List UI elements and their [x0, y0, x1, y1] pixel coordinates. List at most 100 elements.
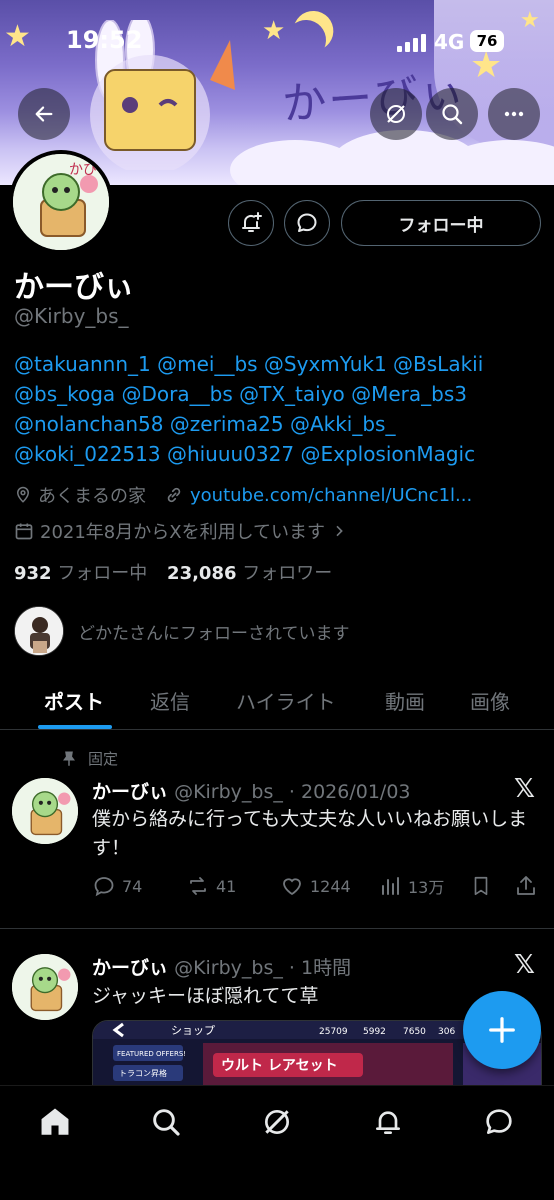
grok-button[interactable]: [370, 88, 422, 140]
post-text: 僕から絡みに行っても大丈夫な人いいねお願いします！: [92, 808, 528, 859]
following-count: 932: [14, 563, 52, 584]
signal-icon: [397, 34, 426, 52]
post-actions: 74 41 1244 13万: [92, 874, 542, 904]
follow-counts: 932 フォロー中 23,086 フォロワー: [14, 559, 332, 585]
pinned-text: 固定: [88, 750, 119, 768]
followed-by-text: どかたさんにフォローされています: [78, 623, 350, 644]
more-icon: [504, 111, 524, 117]
views-button[interactable]: 13万: [378, 874, 444, 898]
share-button[interactable]: [514, 874, 544, 898]
tab-images[interactable]: 画像: [470, 686, 510, 715]
post-divider: [0, 928, 554, 929]
bio-line[interactable]: @bs_koga @Dora__bs @TX_taiyo @Mera_bs3: [14, 379, 544, 409]
pinned-label: 固定: [60, 748, 118, 769]
carrier-label: 4G: [434, 30, 465, 54]
bookmark-button[interactable]: [470, 874, 498, 898]
profile-link[interactable]: youtube.com/channel/UCnc1l...: [190, 485, 472, 506]
like-button[interactable]: 1244: [280, 874, 351, 898]
profile-joined[interactable]: 2021年8月からXを利用しています: [14, 518, 347, 544]
notify-button[interactable]: [228, 200, 274, 246]
tab-underline: [38, 725, 112, 729]
reply-button[interactable]: 74: [92, 874, 142, 898]
post-avatar[interactable]: [12, 954, 78, 1020]
grok-icon: [265, 1110, 289, 1134]
profile-tabs: ポスト 返信 ハイライト 動画 画像: [0, 672, 554, 730]
nav-messages[interactable]: [477, 1100, 521, 1144]
following-count-link[interactable]: 932 フォロー中: [14, 563, 147, 584]
tab-replies[interactable]: 返信: [150, 686, 190, 715]
bio-line[interactable]: @takuannn_1 @mei__bs @SyxmYuk1 @BsLakii: [14, 349, 544, 379]
repost-count: 41: [216, 876, 237, 896]
location-icon: [16, 486, 30, 503]
post-handle-time: @Kirby_bs_ · 1時間: [174, 957, 352, 979]
post-header: かーびぃ @Kirby_bs_ · 2026/01/03: [92, 777, 411, 804]
bookmark-icon: [474, 876, 488, 896]
reply-count: 74: [122, 876, 143, 896]
follower-avatar-image: [15, 607, 63, 655]
battery-indicator: 76: [470, 30, 504, 52]
avatar-image: かび: [13, 154, 109, 250]
media-stat: 306: [438, 1027, 455, 1037]
profile-handle: @Kirby_bs_: [14, 304, 129, 328]
post-author-name[interactable]: かーびぃ: [92, 957, 168, 979]
post-avatar[interactable]: [12, 778, 78, 844]
calendar-icon: [15, 523, 33, 540]
svg-text:かび: かび: [69, 162, 97, 178]
avatar-illustration: かび: [13, 154, 109, 250]
back-button[interactable]: [18, 88, 70, 140]
profile-location: あくまるの家: [38, 486, 146, 507]
like-count: 1244: [310, 876, 351, 896]
bottom-nav: [0, 1085, 554, 1200]
compose-button[interactable]: [463, 991, 541, 1069]
profile-name: かーびぃ: [14, 270, 134, 305]
media-stat: 7650: [403, 1027, 426, 1037]
pin-icon: [63, 751, 75, 766]
post-avatar-image: [12, 778, 78, 844]
tab-posts[interactable]: ポスト: [44, 686, 104, 715]
bio-line[interactable]: @nolanchan58 @zerima25 @Akki_bs_: [14, 409, 544, 439]
media-stat: 25709: [319, 1027, 348, 1037]
profile-bio: @takuannn_1 @mei__bs @SyxmYuk1 @BsLakii …: [14, 349, 544, 469]
nav-search[interactable]: [144, 1100, 188, 1144]
more-button[interactable]: [488, 88, 540, 140]
x-logo-icon: 𝕏: [514, 774, 535, 804]
search-button[interactable]: [426, 88, 478, 140]
media-shop-label: ショップ: [171, 1024, 215, 1037]
profile-avatar[interactable]: かび: [9, 150, 113, 254]
nav-grok[interactable]: [255, 1100, 299, 1144]
nav-home[interactable]: [33, 1100, 77, 1144]
bio-line[interactable]: @koki_022513 @hiuuu0327 @ExplosionMagic: [14, 439, 544, 469]
bell-plus-icon: [242, 212, 262, 232]
status-time: 19:52: [66, 26, 143, 54]
following-button[interactable]: フォロー中: [341, 200, 541, 246]
link-icon: [167, 487, 181, 503]
views-count: 13万: [408, 878, 445, 897]
nav-notifications[interactable]: [366, 1100, 410, 1144]
tab-highlights[interactable]: ハイライト: [236, 686, 336, 715]
search-icon: [153, 1109, 180, 1136]
media-featured-label: FEATURED OFFERS!: [117, 1050, 186, 1058]
x-logo-icon: 𝕏: [514, 950, 535, 980]
message-icon: [486, 1109, 512, 1134]
reply-icon: [94, 877, 114, 897]
media-stat: 5992: [363, 1027, 386, 1037]
followers-count: 23,086: [167, 563, 237, 584]
followers-label: フォロワー: [242, 563, 333, 584]
followers-count-link[interactable]: 23,086 フォロワー: [167, 563, 332, 584]
post-header: かーびぃ @Kirby_bs_ · 1時間: [92, 953, 351, 980]
media-offer-label: ウルト レアセット: [221, 1058, 338, 1074]
joined-text: 2021年8月からXを利用しています: [40, 522, 326, 543]
message-icon: [297, 213, 317, 232]
post-author-name[interactable]: かーびぃ: [92, 781, 168, 803]
repost-button[interactable]: 41: [186, 874, 236, 898]
following-label: フォロー中: [57, 563, 148, 584]
back-arrow-icon: [35, 106, 53, 122]
tab-videos[interactable]: 動画: [385, 686, 425, 715]
message-button[interactable]: [284, 200, 330, 246]
search-icon: [442, 104, 463, 125]
chevron-right-icon: [336, 525, 343, 537]
home-icon: [41, 1108, 69, 1135]
share-icon: [517, 876, 535, 895]
followed-by[interactable]: どかたさんにフォローされています: [14, 606, 350, 656]
heart-icon: [283, 878, 301, 896]
